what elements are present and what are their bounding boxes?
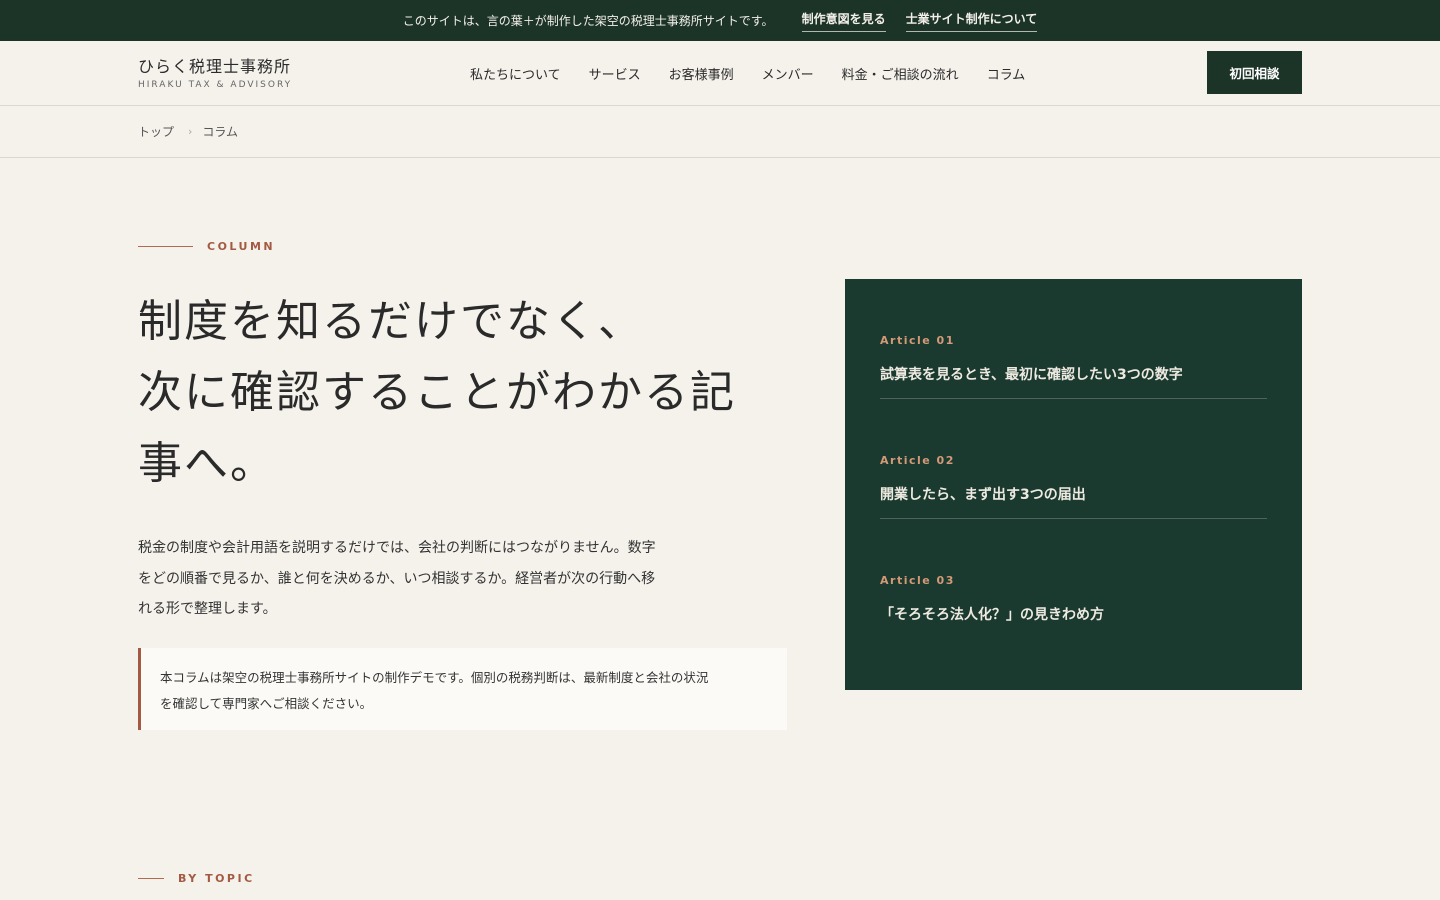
notice-text: このサイトは、言の葉＋が制作した架空の税理士事務所サイトです。 (402, 14, 774, 28)
article-item[interactable]: Article 02 開業したら、まず出す3つの届出 (880, 399, 1267, 519)
lead-line: 税金の制度や会計用語を説明するだけでは、会社の判断にはつながりません。数字 (138, 540, 656, 556)
initial-consultation-button[interactable]: 初回相談 (1207, 51, 1302, 94)
breadcrumb: トップ › コラム (0, 106, 1440, 158)
page-title-line: 次に確認することがわかる記 (138, 367, 736, 418)
lead-line: をどの順番で見るか、誰と何を決めるか、いつ相談するか。経営者が次の行動へ移 (138, 570, 656, 587)
featured-articles-card: Article 01 試算表を見るとき、最初に確認したい3つの数字 Articl… (845, 279, 1302, 690)
nav-item-pricing[interactable]: 料金・ご相談の流れ (842, 64, 959, 83)
topic-eyebrow: BY TOPIC (138, 872, 255, 885)
article-title: 「そろそろ法人化？」の見きわめ方 (880, 607, 1104, 623)
disclaimer-note: 本コラムは架空の税理士事務所サイトの制作デモです。個別の税務判断は、最新制度と会… (138, 648, 787, 730)
main-nav: 私たちについて サービス お客様事例 メンバー 料金・ご相談の流れ コラム (470, 64, 1053, 83)
breadcrumb-home[interactable]: トップ (138, 123, 174, 140)
eyebrow-line (138, 246, 193, 247)
chevron-right-icon: › (188, 125, 193, 138)
nav-item-column[interactable]: コラム (987, 64, 1026, 83)
eyebrow-line (138, 878, 164, 879)
lead-line: れる形で整理します。 (138, 601, 277, 617)
page-title-line: 制度を知るだけでなく、 (138, 296, 644, 347)
article-item[interactable]: Article 01 試算表を見るとき、最初に確認したい3つの数字 (880, 279, 1267, 399)
breadcrumb-current: コラム (202, 125, 239, 139)
site-header: ひらく税理士事務所 HIRAKU TAX & ADVISORY 私たちについて … (0, 41, 1440, 106)
article-number: Article 02 (880, 454, 955, 467)
note-line: を確認して専門家へご相談ください。 (160, 696, 373, 711)
article-title: 開業したら、まず出す3つの届出 (880, 487, 1086, 503)
eyebrow-label: BY TOPIC (178, 872, 255, 885)
nav-item-services[interactable]: サービス (589, 64, 641, 83)
site-logo[interactable]: ひらく税理士事務所 (138, 53, 291, 77)
eyebrow-label: COLUMN (207, 240, 276, 253)
page-title: 制度を知るだけでなく、 次に確認することがわかる記 事へ。 (138, 286, 798, 499)
nav-item-cases[interactable]: お客様事例 (669, 64, 734, 83)
site-logo-subtitle: HIRAKU TAX & ADVISORY (138, 80, 293, 90)
notice-bar: このサイトは、言の葉＋が制作した架空の税理士事務所サイトです。 制作意図を見る … (0, 0, 1440, 41)
link-professional-site-production[interactable]: 士業サイト制作について (905, 10, 1038, 32)
article-number: Article 03 (880, 574, 955, 587)
lead-paragraph: 税金の制度や会計用語を説明するだけでは、会社の判断にはつながりません。数字 をど… (138, 533, 738, 625)
page-title-line: 事へ。 (138, 438, 276, 489)
article-number: Article 01 (880, 334, 955, 347)
article-item[interactable]: Article 03 「そろそろ法人化？」の見きわめ方 (880, 519, 1267, 639)
link-production-intent[interactable]: 制作意図を見る (801, 10, 886, 32)
note-line: 本コラムは架空の税理士事務所サイトの制作デモです。個別の税務判断は、最新制度と会… (160, 670, 709, 685)
article-title: 試算表を見るとき、最初に確認したい3つの数字 (880, 367, 1183, 383)
nav-item-members[interactable]: メンバー (762, 64, 814, 83)
section-eyebrow: COLUMN (138, 240, 275, 253)
nav-item-about[interactable]: 私たちについて (470, 64, 561, 83)
